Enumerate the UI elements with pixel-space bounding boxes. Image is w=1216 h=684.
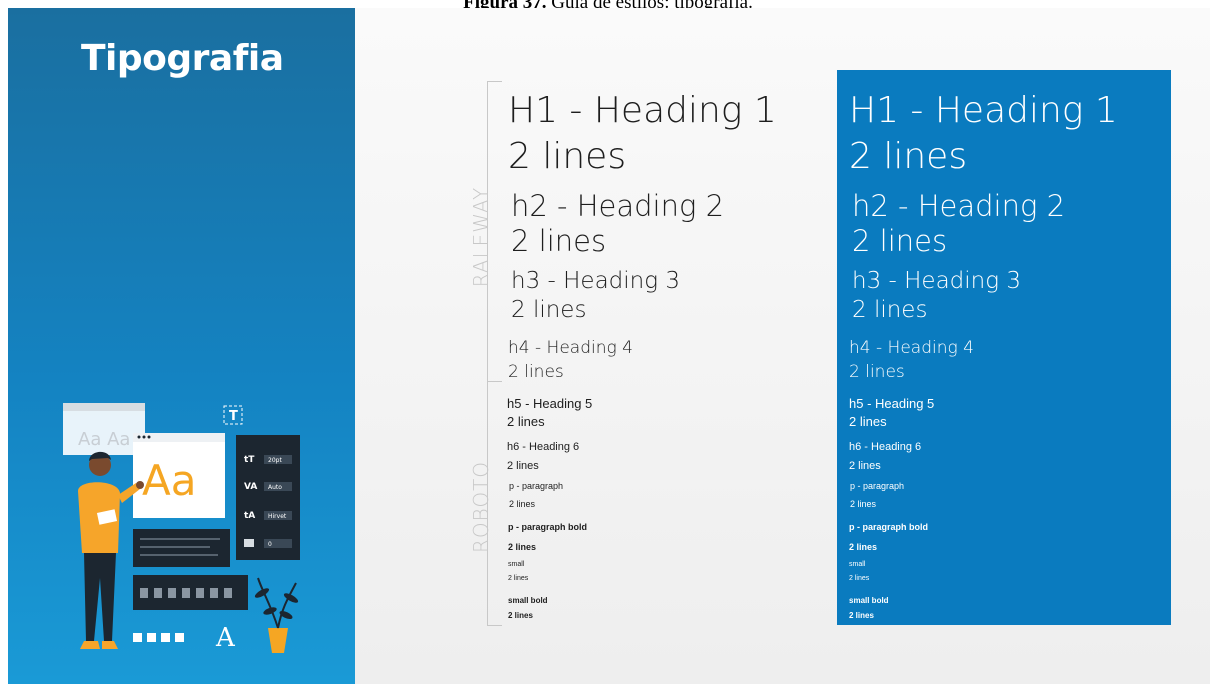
left-panel: Tipografia Aa Aa T Aa tT 20pt VA Auto tA… bbox=[8, 8, 355, 684]
p-sample-lines-inverse: 2 lines bbox=[850, 499, 877, 509]
plant-pot bbox=[268, 628, 288, 653]
h5-sample-inverse: h5 - Heading 5 bbox=[849, 396, 935, 411]
text-tool-label: T bbox=[229, 409, 238, 424]
h6-sample: h6 - Heading 6 bbox=[507, 441, 580, 453]
h2-sample-inverse: h2 - Heading 2 bbox=[852, 189, 1066, 223]
h5-sample-lines: 2 lines bbox=[507, 414, 545, 429]
p-sample: p - paragraph bbox=[509, 481, 564, 491]
roboto-label: ROBOTO bbox=[469, 460, 493, 554]
panel-value-1: Auto bbox=[268, 484, 282, 491]
h4-sample: h4 - Heading 4 bbox=[508, 338, 633, 358]
panel-value-0: 20pt bbox=[268, 457, 282, 464]
h4-sample-inverse: h4 - Heading 4 bbox=[849, 338, 974, 358]
p-sample-inverse: p - paragraph bbox=[850, 481, 905, 491]
h6-sample-inverse: h6 - Heading 6 bbox=[849, 441, 922, 453]
h1-sample: H1 - Heading 1 bbox=[508, 90, 777, 131]
designer-illustration: Aa Aa T Aa tT 20pt VA Auto tA Hirvet 0 A bbox=[63, 403, 300, 653]
h6-sample-lines-inverse: 2 lines bbox=[849, 460, 881, 472]
svg-text:tA: tA bbox=[244, 511, 255, 521]
panel-value-3: 0 bbox=[268, 541, 272, 548]
raleway-label: RALEWAY bbox=[469, 186, 493, 288]
p-bold-sample: p - paragraph bold bbox=[508, 522, 588, 532]
big-letter: A bbox=[215, 623, 236, 653]
h3-sample-lines-inverse: 2 lines bbox=[852, 297, 928, 323]
small-sample-inverse: small bbox=[849, 561, 866, 568]
h4-sample-lines-inverse: 2 lines bbox=[849, 362, 905, 382]
back-card-letters: Aa Aa bbox=[78, 429, 130, 450]
small-bold-sample-lines-inverse: 2 lines bbox=[849, 611, 874, 620]
h3-sample-inverse: h3 - Heading 3 bbox=[852, 268, 1021, 294]
person-pants bbox=[84, 553, 116, 641]
p-bold-sample-lines-inverse: 2 lines bbox=[849, 542, 878, 552]
h1-sample-inverse: H1 - Heading 1 bbox=[849, 90, 1118, 131]
h2-sample: h2 - Heading 2 bbox=[511, 189, 725, 223]
h2-sample-lines-inverse: 2 lines bbox=[852, 224, 948, 258]
h1-sample-lines-inverse: 2 lines bbox=[849, 136, 968, 177]
small-sample-lines: 2 lines bbox=[508, 575, 529, 582]
p-bold-sample-inverse: p - paragraph bold bbox=[849, 522, 929, 532]
small-bold-sample: small bold bbox=[508, 596, 548, 605]
small-sample-lines-inverse: 2 lines bbox=[849, 575, 870, 582]
svg-text:tT: tT bbox=[244, 455, 255, 465]
h1-sample-lines: 2 lines bbox=[508, 136, 627, 177]
svg-text:VA: VA bbox=[244, 482, 257, 492]
card-letters: Aa bbox=[142, 456, 196, 505]
slide: Tipografia Aa Aa T Aa tT 20pt VA Auto tA… bbox=[8, 8, 1210, 684]
small-bold-sample-lines: 2 lines bbox=[508, 611, 533, 620]
p-sample-lines: 2 lines bbox=[509, 499, 536, 509]
small-bold-sample-inverse: small bold bbox=[849, 596, 889, 605]
h6-sample-lines: 2 lines bbox=[507, 460, 539, 472]
h5-sample-lines-inverse: 2 lines bbox=[849, 414, 887, 429]
h2-sample-lines: 2 lines bbox=[511, 224, 607, 258]
h4-sample-lines: 2 lines bbox=[508, 362, 564, 382]
h3-sample-lines: 2 lines bbox=[511, 297, 587, 323]
panel-value-2: Hirvet bbox=[268, 513, 287, 520]
small-sample: small bbox=[508, 561, 525, 568]
h5-sample: h5 - Heading 5 bbox=[507, 396, 593, 411]
p-bold-sample-lines: 2 lines bbox=[508, 542, 537, 552]
h3-sample: h3 - Heading 3 bbox=[511, 268, 680, 294]
panel-title: Tipografia bbox=[81, 38, 284, 79]
